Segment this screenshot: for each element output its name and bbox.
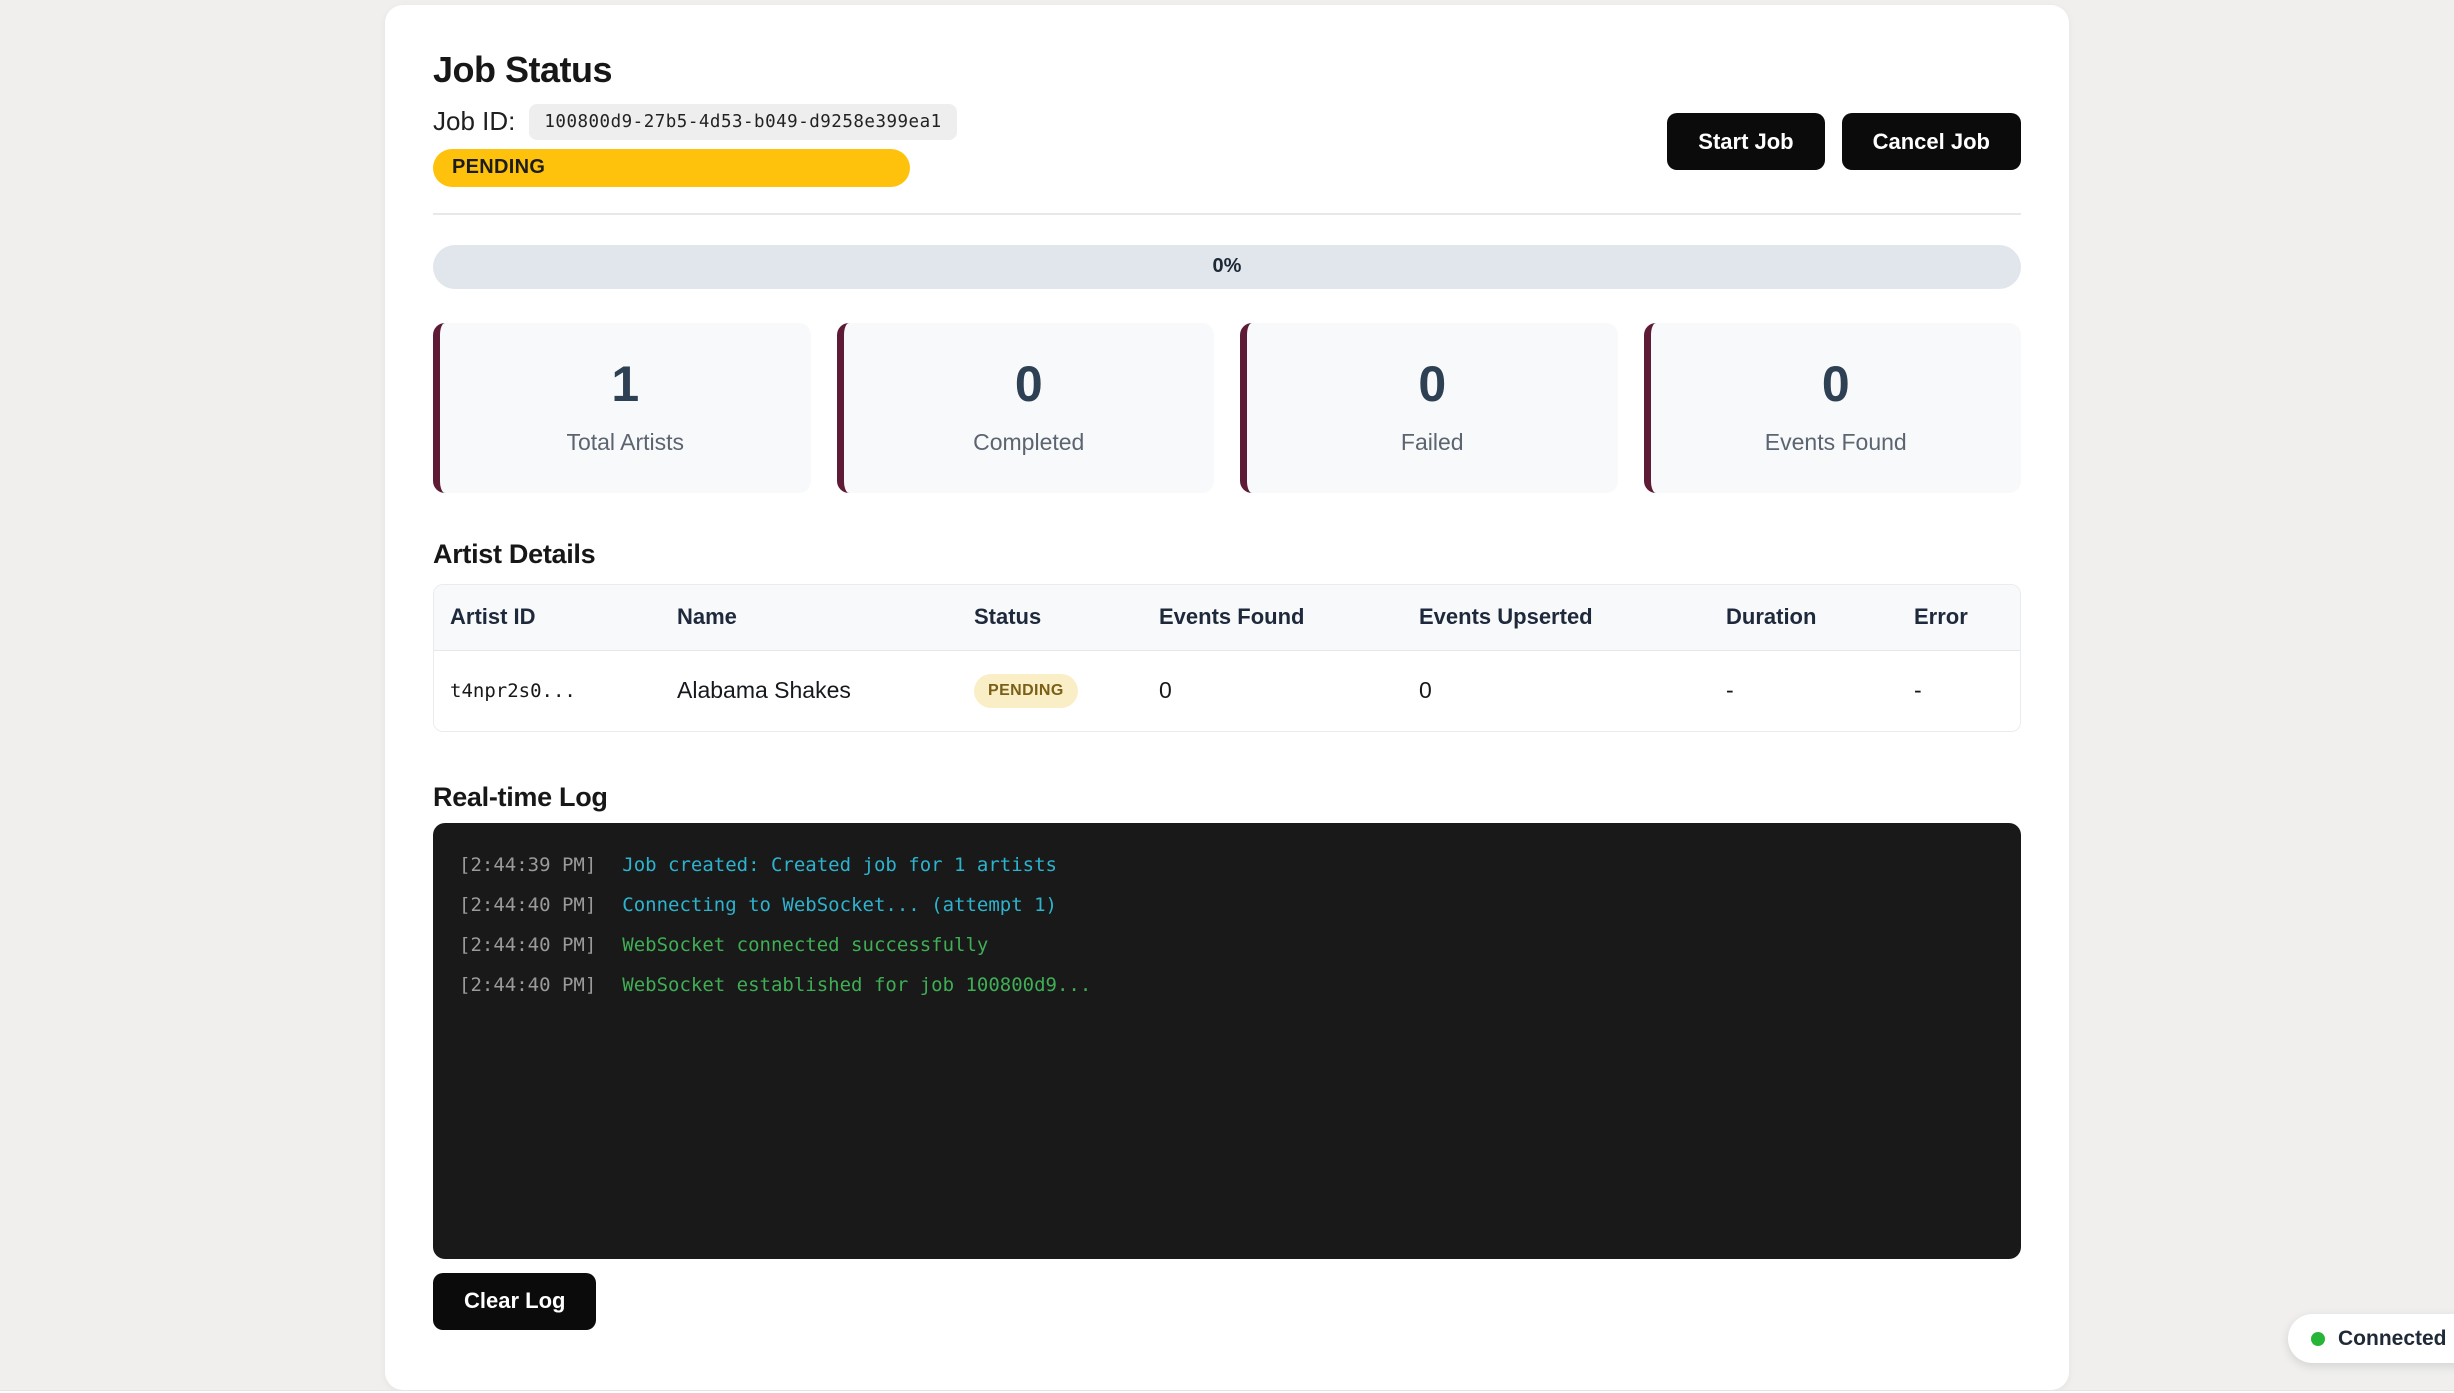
column-header: Artist ID: [450, 604, 677, 630]
start-job-button[interactable]: Start Job: [1667, 113, 1824, 170]
cell-events-upserted: 0: [1419, 677, 1726, 704]
connected-label: Connected: [2338, 1327, 2447, 1351]
cell-status: PENDING: [974, 674, 1159, 708]
column-header: Events Found: [1159, 604, 1419, 630]
cell-error: -: [1914, 677, 2004, 704]
table-row: t4npr2s0... Alabama Shakes PENDING 0 0 -…: [434, 651, 2020, 731]
job-actions: Start Job Cancel Job: [1667, 113, 2021, 170]
stat-value: 0: [1015, 359, 1043, 409]
column-header: Name: [677, 604, 974, 630]
table-body: t4npr2s0... Alabama Shakes PENDING 0 0 -…: [434, 651, 2020, 731]
log-line: [2:44:40 PM] Connecting to WebSocket... (…: [459, 885, 1995, 925]
column-header: Events Upserted: [1419, 604, 1726, 630]
stat-label: Total Artists: [566, 429, 684, 456]
cell-artist-id: t4npr2s0...: [450, 680, 677, 702]
realtime-log-heading: Real-time Log: [433, 782, 2021, 813]
log-line: [2:44:39 PM] Job created: Created job for…: [459, 845, 1995, 885]
log-message: WebSocket established for job 100800d9..…: [622, 974, 1091, 996]
artist-table: Artist IDNameStatusEvents FoundEvents Up…: [433, 584, 2021, 732]
log-timestamp: [2:44:39 PM]: [459, 854, 596, 876]
page-title: Job Status: [433, 51, 2021, 89]
log-message: WebSocket connected successfully: [622, 934, 988, 956]
table-header: Artist IDNameStatusEvents FoundEvents Up…: [434, 585, 2020, 651]
stat-value: 1: [611, 359, 639, 409]
job-id-label: Job ID:: [433, 106, 515, 137]
artist-details-heading: Artist Details: [433, 539, 2021, 570]
divider: [433, 213, 2021, 215]
job-id-value: 100800d9-27b5-4d53-b049-d9258e399ea1: [529, 104, 956, 140]
stat-label: Failed: [1401, 429, 1464, 456]
column-header: Duration: [1726, 604, 1914, 630]
cell-events-found: 0: [1159, 677, 1419, 704]
stat-card: 0 Events Found: [1644, 323, 2022, 493]
log-line: [2:44:40 PM] WebSocket connected successf…: [459, 925, 1995, 965]
stat-card: 0 Completed: [837, 323, 1215, 493]
log-console[interactable]: [2:44:39 PM] Job created: Created job for…: [433, 823, 2021, 1259]
connected-toast: Connected: [2288, 1314, 2454, 1363]
log-message: Job created: Created job for 1 artists: [622, 854, 1057, 876]
job-status-pill: PENDING: [433, 149, 910, 187]
cancel-job-button[interactable]: Cancel Job: [1842, 113, 2021, 170]
job-status-pill-label: PENDING: [452, 156, 545, 179]
connected-dot-icon: [2311, 1332, 2325, 1346]
cell-duration: -: [1726, 677, 1914, 704]
job-status-card: Job Status Job ID: 100800d9-27b5-4d53-b0…: [385, 5, 2069, 1390]
progress-label: 0%: [1213, 255, 1242, 278]
stat-value: 0: [1418, 359, 1446, 409]
stat-value: 0: [1822, 359, 1850, 409]
status-badge: PENDING: [974, 674, 1078, 708]
log-message: Connecting to WebSocket... (attempt 1): [622, 894, 1057, 916]
stat-label: Completed: [973, 429, 1084, 456]
column-header: Error: [1914, 604, 2004, 630]
log-timestamp: [2:44:40 PM]: [459, 974, 596, 996]
log-timestamp: [2:44:40 PM]: [459, 894, 596, 916]
stat-card: 1 Total Artists: [433, 323, 811, 493]
progress-bar: 0%: [433, 245, 2021, 289]
column-header: Status: [974, 604, 1159, 630]
stat-label: Events Found: [1765, 429, 1907, 456]
clear-log-button[interactable]: Clear Log: [433, 1273, 596, 1330]
stat-card: 0 Failed: [1240, 323, 1618, 493]
log-line: [2:44:40 PM] WebSocket established for jo…: [459, 965, 1995, 1005]
stats-row: 1 Total Artists 0 Completed 0 Failed 0 E…: [433, 323, 2021, 493]
log-timestamp: [2:44:40 PM]: [459, 934, 596, 956]
cell-name: Alabama Shakes: [677, 677, 974, 704]
